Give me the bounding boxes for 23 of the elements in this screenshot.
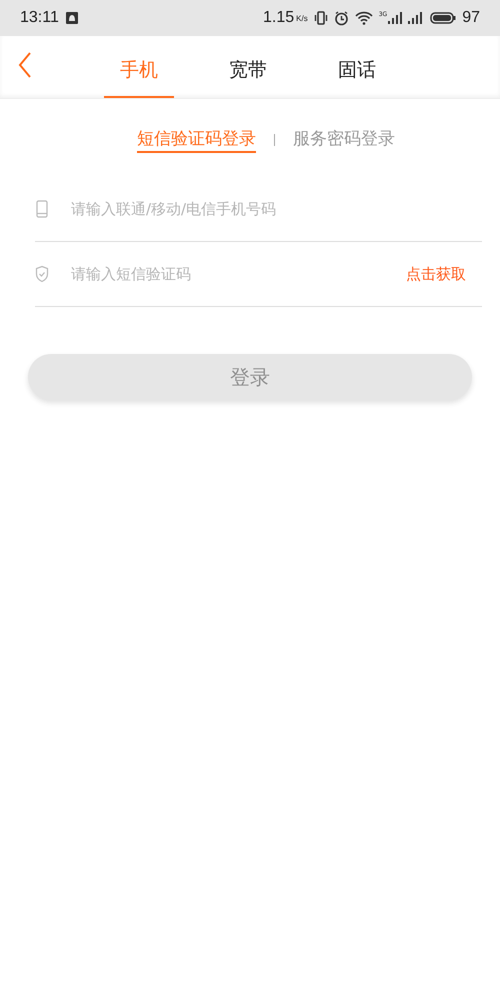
status-time: 13:11 <box>20 9 59 27</box>
vibrate-icon <box>314 11 328 25</box>
back-button[interactable] <box>18 52 32 78</box>
login-mode-tab[interactable]: 服务密码登录 <box>293 127 395 153</box>
get-code-button[interactable]: 点击获取 <box>406 264 466 284</box>
signal-icon <box>388 12 402 24</box>
alarm-icon <box>334 10 349 26</box>
shield-icon <box>35 265 49 283</box>
speed-unit: K/s <box>296 14 308 22</box>
signal-icon <box>408 12 424 24</box>
tab[interactable]: 宽带 <box>213 36 283 98</box>
input-field[interactable]: 请输入短信验证码 <box>71 265 384 283</box>
battery-icon <box>430 12 456 24</box>
login-mode-tab[interactable]: 短信验证码登录 <box>137 127 256 153</box>
back-icon <box>18 52 32 78</box>
wifi-icon <box>354 11 373 25</box>
notification-icon <box>64 11 79 25</box>
input-field[interactable]: 请输入联通/移动/电信手机号码 <box>71 200 482 218</box>
phone-icon <box>35 200 49 218</box>
tab[interactable]: 手机 <box>104 36 174 98</box>
tab[interactable]: 固话 <box>322 36 392 98</box>
network-speed: 1.15 <box>263 9 294 27</box>
battery-level: 97 <box>462 9 480 27</box>
